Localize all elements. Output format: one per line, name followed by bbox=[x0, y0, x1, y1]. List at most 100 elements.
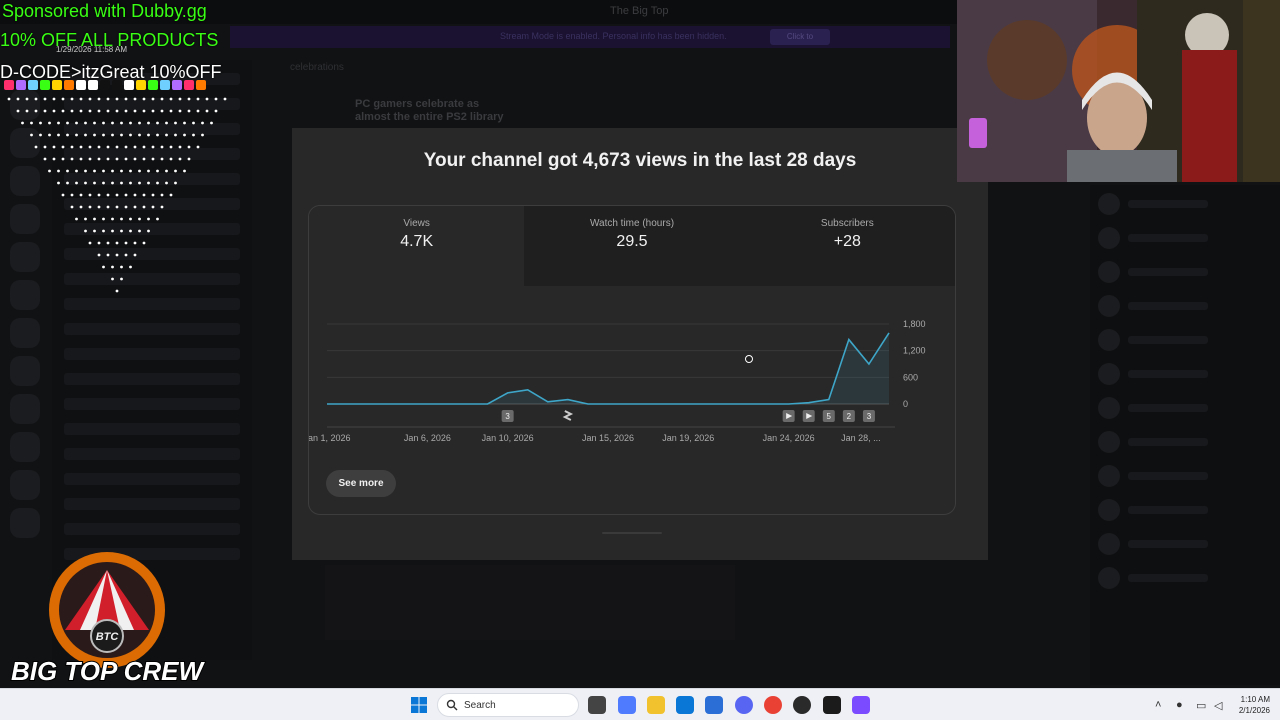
channel-item[interactable] bbox=[64, 323, 240, 335]
file-explorer-icon[interactable] bbox=[647, 696, 665, 714]
channel-item[interactable] bbox=[64, 423, 240, 435]
overlay-dot bbox=[106, 253, 110, 257]
channel-item[interactable] bbox=[64, 473, 240, 485]
overlay-dot bbox=[97, 253, 101, 257]
overlay-dot bbox=[115, 97, 119, 101]
search-placeholder: Search bbox=[464, 699, 496, 711]
overlay-dot bbox=[102, 133, 105, 137]
server-icon[interactable] bbox=[10, 432, 40, 462]
server-icon[interactable] bbox=[10, 470, 40, 500]
chevron-up-icon[interactable]: ˄ bbox=[1155, 699, 1161, 711]
overlay-dot bbox=[187, 145, 191, 149]
see-more-button[interactable]: See more bbox=[326, 470, 396, 497]
app-icon[interactable] bbox=[823, 696, 841, 714]
overlay-dot bbox=[79, 157, 83, 161]
obs-icon[interactable] bbox=[793, 696, 811, 714]
member-list bbox=[1090, 185, 1280, 685]
overlay-dot bbox=[75, 181, 78, 185]
overlay-dot bbox=[147, 121, 150, 125]
overlay-dot bbox=[124, 253, 128, 257]
task-view-icon[interactable] bbox=[588, 696, 606, 714]
chrome-icon[interactable] bbox=[764, 696, 782, 714]
overlay-dot bbox=[93, 229, 96, 233]
overlay-dot bbox=[138, 217, 141, 221]
overlay-dot bbox=[84, 181, 87, 185]
overlay-dot bbox=[151, 205, 155, 209]
discord-icon[interactable] bbox=[735, 696, 753, 714]
data-point bbox=[788, 403, 790, 405]
windows-start-icon[interactable] bbox=[411, 697, 427, 713]
overlay-dot bbox=[183, 169, 186, 173]
tab-watch-time[interactable]: Watch time (hours) 29.5 bbox=[524, 206, 740, 286]
microphone-icon[interactable]: ● bbox=[1176, 699, 1183, 711]
color-swatch bbox=[16, 80, 26, 90]
color-swatch bbox=[160, 80, 170, 90]
overlay-dot bbox=[39, 133, 42, 137]
stream-mode-banner-button[interactable]: Click to bbox=[770, 29, 830, 45]
overlay-dot bbox=[120, 265, 123, 269]
channel-item[interactable] bbox=[64, 348, 240, 360]
overlay-dot bbox=[142, 145, 146, 149]
member-item[interactable] bbox=[1098, 431, 1272, 453]
member-item[interactable] bbox=[1098, 329, 1272, 351]
overlay-dot bbox=[133, 109, 137, 113]
channel-item[interactable] bbox=[64, 523, 240, 535]
overlay-dot bbox=[102, 265, 105, 269]
tab-views[interactable]: Views 4.7K bbox=[309, 206, 525, 286]
overlay-dot bbox=[201, 133, 204, 137]
avatar bbox=[1098, 567, 1120, 589]
overlay-dot bbox=[133, 253, 137, 257]
member-item[interactable] bbox=[1098, 227, 1272, 249]
server-icon[interactable] bbox=[10, 508, 40, 538]
channel-item[interactable] bbox=[64, 373, 240, 385]
background-tags: celebrations bbox=[290, 62, 344, 73]
server-icon[interactable] bbox=[10, 356, 40, 386]
upload-count-label: 2 bbox=[847, 412, 852, 421]
overlay-dot bbox=[111, 265, 114, 269]
member-item[interactable] bbox=[1098, 397, 1272, 419]
overlay-dot bbox=[84, 133, 87, 137]
overlay-dot bbox=[174, 133, 177, 137]
overlay-dot bbox=[124, 157, 128, 161]
outlook-icon[interactable] bbox=[705, 696, 723, 714]
member-item[interactable] bbox=[1098, 499, 1272, 521]
modal-title: Your channel got 4,673 views in the last… bbox=[423, 150, 857, 171]
server-icon[interactable] bbox=[10, 318, 40, 348]
member-item[interactable] bbox=[1098, 363, 1272, 385]
overlay-dot bbox=[70, 145, 74, 149]
copilot-icon[interactable] bbox=[618, 696, 636, 714]
network-icon[interactable]: ▭ bbox=[1196, 699, 1206, 712]
member-item[interactable] bbox=[1098, 465, 1272, 487]
channel-item[interactable] bbox=[64, 498, 240, 510]
member-item[interactable] bbox=[1098, 193, 1272, 215]
overlay-dot bbox=[133, 145, 137, 149]
member-item[interactable] bbox=[1098, 295, 1272, 317]
overlay-dot bbox=[183, 121, 186, 125]
sponsor-overlay: Sponsored with Dubby.gg bbox=[2, 1, 207, 21]
channel-item[interactable] bbox=[64, 448, 240, 460]
store-icon[interactable] bbox=[676, 696, 694, 714]
overlay-dot bbox=[88, 97, 92, 101]
member-item[interactable] bbox=[1098, 261, 1272, 283]
tab-subscribers[interactable]: Subscribers +28 bbox=[739, 206, 955, 286]
color-swatch bbox=[124, 80, 134, 90]
member-item[interactable] bbox=[1098, 533, 1272, 555]
overlay-dot bbox=[156, 121, 159, 125]
color-swatch bbox=[4, 80, 14, 90]
overlay-dot bbox=[75, 133, 78, 137]
data-point bbox=[507, 392, 509, 394]
taskbar-clock[interactable]: 1:10 AM 2/1/2026 bbox=[1230, 694, 1270, 716]
metric-tabs: Views 4.7K Watch time (hours) 29.5 Subsc… bbox=[309, 206, 955, 286]
overlay-dot bbox=[66, 181, 69, 185]
overlay-dot bbox=[102, 217, 105, 221]
channel-item[interactable] bbox=[64, 398, 240, 410]
server-icon[interactable] bbox=[10, 394, 40, 424]
app-icon[interactable] bbox=[852, 696, 870, 714]
taskbar-search[interactable]: Search bbox=[437, 693, 579, 717]
volume-icon[interactable]: ◁ bbox=[1214, 699, 1222, 712]
overlay-dot bbox=[88, 157, 92, 161]
overlay-dot bbox=[120, 121, 123, 125]
member-item[interactable] bbox=[1098, 567, 1272, 589]
overlay-dot bbox=[7, 97, 11, 101]
data-point bbox=[567, 399, 569, 401]
